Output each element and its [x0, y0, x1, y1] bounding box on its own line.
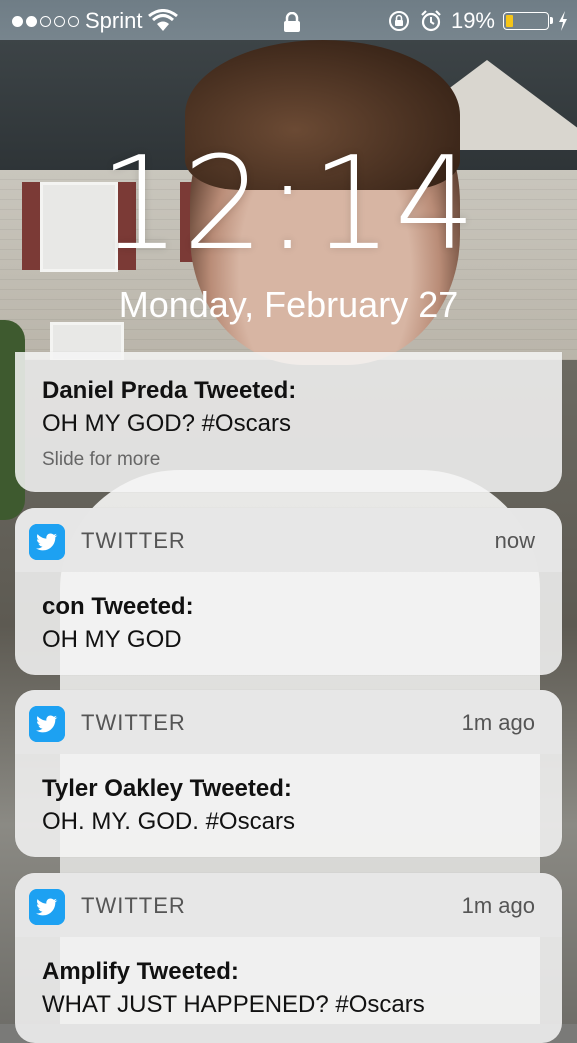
signal-strength-icon: [12, 15, 79, 27]
slide-for-more-hint: Slide for more: [42, 449, 161, 470]
notification-title: Amplify Tweeted:: [42, 958, 239, 985]
notification-app-name: TWITTER: [81, 710, 186, 735]
notification-message: WHAT JUST HAPPENED? #Oscars: [42, 991, 425, 1018]
notification-time: 1m ago: [461, 893, 535, 918]
notification-title: con Tweeted:: [42, 593, 194, 620]
battery-percentage: 19%: [450, 8, 495, 33]
notification-app-name: TWITTER: [81, 893, 186, 918]
twitter-bird-icon: [29, 524, 65, 560]
notification-title: Tyler Oakley Tweeted:: [42, 775, 292, 802]
charging-bolt-icon: [559, 11, 567, 31]
notification-card[interactable]: Daniel Preda Tweeted: OH MY GOD? #Oscars…: [15, 352, 562, 492]
notification-time: now: [494, 528, 535, 553]
battery-icon: [503, 12, 553, 30]
lock-icon: [284, 12, 300, 32]
notification-card[interactable]: TWITTER now con Tweeted: OH MY GOD: [15, 508, 562, 675]
notification-header: TWITTER now: [15, 508, 562, 572]
orientation-lock-icon: [388, 11, 409, 31]
notification-app-name: TWITTER: [81, 528, 186, 553]
notification-header: TWITTER 1m ago: [15, 873, 562, 937]
lock-screen-date: Monday, February 27: [118, 284, 459, 325]
notification-card[interactable]: TWITTER 1m ago Tyler Oakley Tweeted: OH.…: [15, 690, 562, 857]
notification-header: TWITTER 1m ago: [15, 690, 562, 754]
notification-card[interactable]: TWITTER 1m ago Amplify Tweeted: WHAT JUS…: [15, 873, 562, 1043]
twitter-bird-icon: [29, 889, 65, 925]
carrier-name: Sprint: [85, 8, 143, 33]
notification-message: OH. MY. GOD. #Oscars: [42, 808, 295, 835]
notification-title: Daniel Preda Tweeted:: [42, 377, 297, 404]
status-bar: Sprint 19%: [0, 0, 577, 40]
notification-message: OH MY GOD? #Oscars: [42, 410, 291, 437]
notification-message: OH MY GOD: [42, 626, 182, 653]
notification-time: 1m ago: [461, 710, 535, 735]
lock-screen-time: 12:14: [99, 130, 478, 279]
alarm-icon: [421, 10, 441, 32]
twitter-bird-icon: [29, 706, 65, 742]
wifi-icon: [148, 9, 179, 31]
